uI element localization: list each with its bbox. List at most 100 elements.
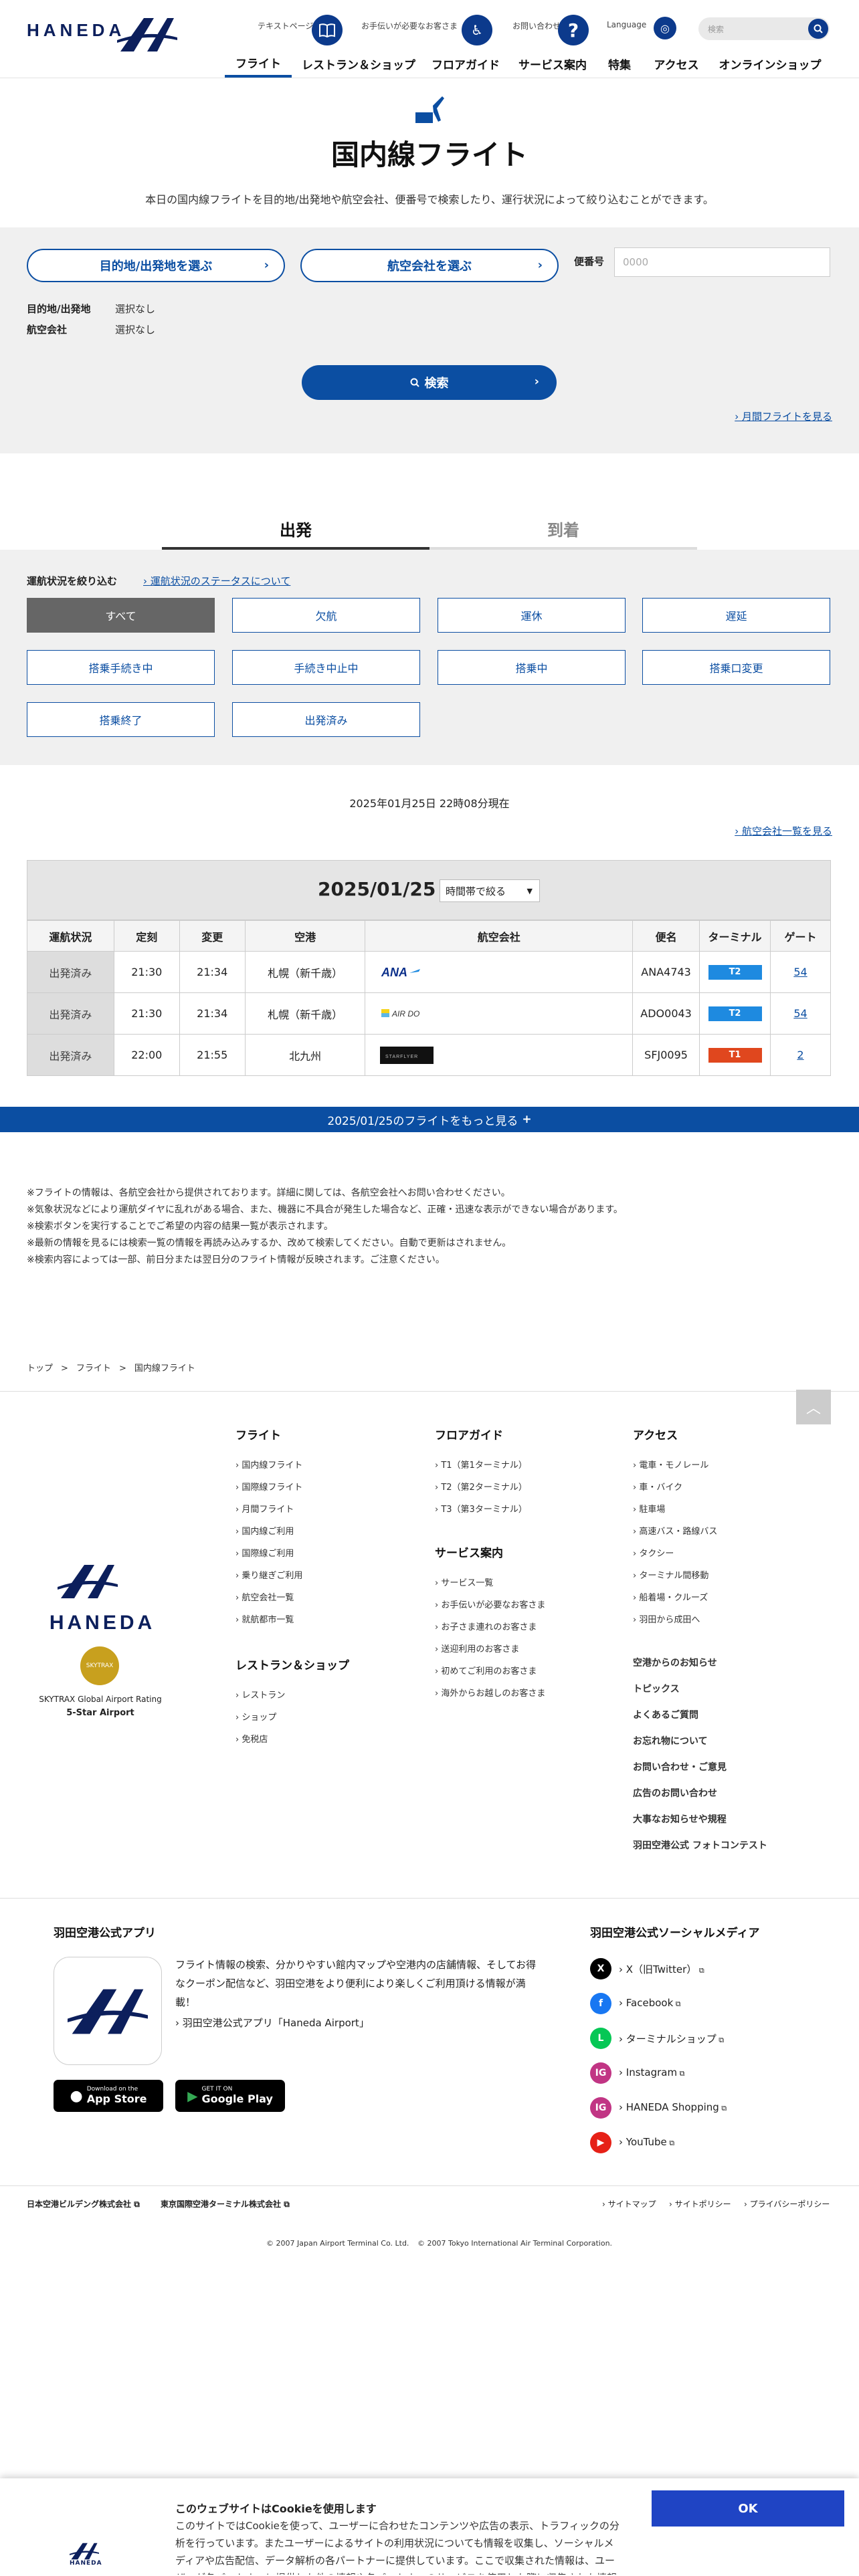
nav-restaurant-shop[interactable]: レストラン＆ショップ [298, 49, 419, 78]
footer-link[interactable]: › T2（第2ターミナル） [435, 1480, 527, 1493]
footer-misc-link[interactable]: 羽田空港公式 フォトコンテスト [633, 1838, 767, 1852]
status-about-link[interactable]: › 運航状況のステータスについて [143, 574, 290, 588]
site-policy-link[interactable]: › サイトポリシー [669, 2198, 731, 2210]
app-link[interactable]: › 羽田空港公式アプリ「Haneda Airport」 [175, 2016, 369, 2030]
footer-link[interactable]: › 免税店 [235, 1732, 268, 1745]
nav-online-shop[interactable]: オンラインショップ [713, 49, 827, 78]
footer-link[interactable]: › 就航都市一覧 [235, 1612, 294, 1625]
footer-link[interactable]: › レストラン [235, 1688, 285, 1701]
breadcrumb-top[interactable]: トップ [27, 1364, 53, 1374]
footer-link[interactable]: › 航空会社一覧 [235, 1590, 294, 1603]
gate-link[interactable]: 2 [797, 1049, 803, 1061]
social-icon[interactable]: IG [590, 2097, 611, 2119]
social-icon[interactable]: IG [590, 2062, 611, 2084]
gate-link[interactable]: 54 [793, 966, 807, 978]
footer-link[interactable]: › T1（第1ターミナル） [435, 1458, 527, 1471]
google-play-button[interactable]: ▶ GET IT ON Google Play [175, 2080, 285, 2112]
site-search-input[interactable]: 検索 [698, 17, 830, 40]
app-icon[interactable] [54, 1957, 162, 2065]
footer-link[interactable]: › 海外からお越しのお客さま [435, 1686, 545, 1699]
footer-link[interactable]: › 送迎利用のお客さま [435, 1642, 519, 1654]
airline-list-link[interactable]: › 航空会社一覧を見る [735, 824, 832, 838]
footer-link[interactable]: › 初めてご利用のお客さま [435, 1664, 537, 1677]
table-row[interactable]: 出発済み 22:00 21:55 北九州 STARFLYER SFJ0095 T… [27, 1034, 831, 1076]
status-suspended-button[interactable]: 運休 [438, 598, 626, 633]
site-logo[interactable]: HANEDA [27, 20, 125, 41]
footer-link[interactable]: › ターミナル間移動 [633, 1568, 708, 1581]
footer-link[interactable]: › 高速バス・路線バス [633, 1524, 717, 1537]
tab-departure[interactable]: 出発 [162, 510, 430, 550]
social-icon[interactable]: f [590, 1993, 611, 2014]
footer-misc-link[interactable]: 広告のお問い合わせ [633, 1786, 717, 1800]
cookie-ok-button[interactable]: OK [652, 2490, 844, 2527]
footer-link[interactable]: › 国際線フライト [235, 1480, 302, 1493]
flight-number-input[interactable]: 0000 [614, 247, 830, 277]
footer-floor-head[interactable]: フロアガイド [435, 1426, 503, 1442]
footer-link[interactable]: › 国内線フライト [235, 1458, 302, 1471]
footer-link[interactable]: › サービス一覧 [435, 1576, 493, 1588]
table-row[interactable]: 出発済み 21:30 21:34 札幌（新千歳） ANA ANA4743 T2 … [27, 951, 831, 993]
footer-link[interactable]: › 車・バイク [633, 1480, 682, 1493]
jat-link[interactable]: 日本空港ビルデング株式会社 ⧉ [27, 2198, 140, 2210]
gate-link[interactable]: 54 [793, 1007, 807, 1020]
haneda-logo-icon[interactable] [117, 15, 177, 55]
monthly-flight-link[interactable]: › 月間フライトを見る [735, 409, 832, 423]
status-delayed-button[interactable]: 遅延 [642, 598, 830, 633]
social-icon[interactable]: L [590, 2028, 611, 2049]
text-page-link[interactable]: テキストページ [258, 20, 313, 31]
book-icon[interactable] [312, 15, 343, 45]
footer-misc-link[interactable]: 大事なお知らせや規程 [633, 1812, 727, 1826]
social-link[interactable]: › X（旧Twitter） ⧉ [619, 1962, 704, 1976]
globe-icon[interactable]: ◎ [654, 17, 676, 39]
search-icon[interactable] [808, 19, 828, 39]
footer-misc-link[interactable]: お問い合わせ・ご意見 [633, 1760, 727, 1774]
footer-flight-head[interactable]: フライト [235, 1426, 281, 1442]
footer-link[interactable]: › 国内線ご利用 [235, 1524, 294, 1537]
nav-access[interactable]: アクセス [646, 49, 706, 78]
time-filter-select[interactable]: 時間帯で絞る ▼ [440, 879, 540, 902]
footer-link[interactable]: › 電車・モノレール [633, 1458, 708, 1471]
social-link[interactable]: › ターミナルショップ ⧉ [619, 2032, 724, 2046]
nav-floor-guide[interactable]: フロアガイド [425, 49, 506, 78]
table-row[interactable]: 出発済み 21:30 21:34 札幌（新千歳） AIR DO ADO0043 … [27, 992, 831, 1035]
footer-misc-link[interactable]: よくあるご質問 [633, 1708, 698, 1721]
footer-link[interactable]: › タクシー [633, 1546, 674, 1559]
social-icon[interactable]: ▶ [590, 2132, 611, 2153]
footer-link[interactable]: › お子さま連れのお客さま [435, 1620, 537, 1632]
footer-link[interactable]: › ショップ [235, 1710, 276, 1723]
wheelchair-icon[interactable]: ♿ [462, 15, 492, 45]
select-airline-button[interactable]: 航空会社を選ぶ › [300, 249, 559, 282]
nav-flight[interactable]: フライト [225, 49, 292, 78]
footer-link[interactable]: › 月間フライト [235, 1502, 294, 1515]
footer-link[interactable]: › 国際線ご利用 [235, 1546, 294, 1559]
back-to-top-button[interactable]: ︿ [796, 1390, 831, 1424]
assist-link[interactable]: お手伝いが必要なお客さま [361, 20, 458, 31]
status-boarding-button[interactable]: 搭乗中 [438, 650, 626, 685]
search-button[interactable]: 検索 › [302, 365, 557, 400]
breadcrumb-flight[interactable]: フライト [76, 1364, 111, 1374]
social-link[interactable]: › Instagram ⧉ [619, 2066, 684, 2078]
tab-arrival[interactable]: 到着 [430, 510, 697, 550]
social-link[interactable]: › Facebook ⧉ [619, 1997, 681, 2009]
footer-misc-link[interactable]: トピックス [633, 1682, 680, 1695]
status-checkin-suspended-button[interactable]: 手続き中止中 [232, 650, 420, 685]
footer-link[interactable]: › お手伝いが必要なお客さま [435, 1598, 545, 1610]
footer-misc-link[interactable]: 空港からのお知らせ [633, 1656, 717, 1669]
nav-feature[interactable]: 特集 [599, 49, 640, 78]
tiat-link[interactable]: 東京国際空港ターミナル株式会社 ⧉ [161, 2198, 290, 2210]
status-gate-change-button[interactable]: 搭乗口変更 [642, 650, 830, 685]
sitemap-link[interactable]: › サイトマップ [602, 2198, 656, 2210]
app-store-button[interactable]: ● Download on the App Store [54, 2080, 163, 2112]
question-icon[interactable]: ? [558, 15, 589, 45]
status-all-button[interactable]: すべて [27, 598, 215, 633]
select-destination-button[interactable]: 目的地/出発地を選ぶ › [27, 249, 285, 282]
footer-access-head[interactable]: アクセス [633, 1426, 678, 1442]
footer-restaurant-head[interactable]: レストラン＆ショップ [235, 1656, 349, 1673]
footer-link[interactable]: › 船着場・クルーズ [633, 1590, 708, 1603]
social-icon[interactable]: X [590, 1958, 611, 1979]
footer-service-head[interactable]: サービス案内 [435, 1543, 503, 1560]
footer-haneda-logo-icon[interactable] [58, 1558, 118, 1605]
nav-service[interactable]: サービス案内 [512, 49, 593, 78]
footer-link[interactable]: › 乗り継ぎご利用 [235, 1568, 302, 1581]
status-boarding-closed-button[interactable]: 搭乗終了 [27, 702, 215, 737]
